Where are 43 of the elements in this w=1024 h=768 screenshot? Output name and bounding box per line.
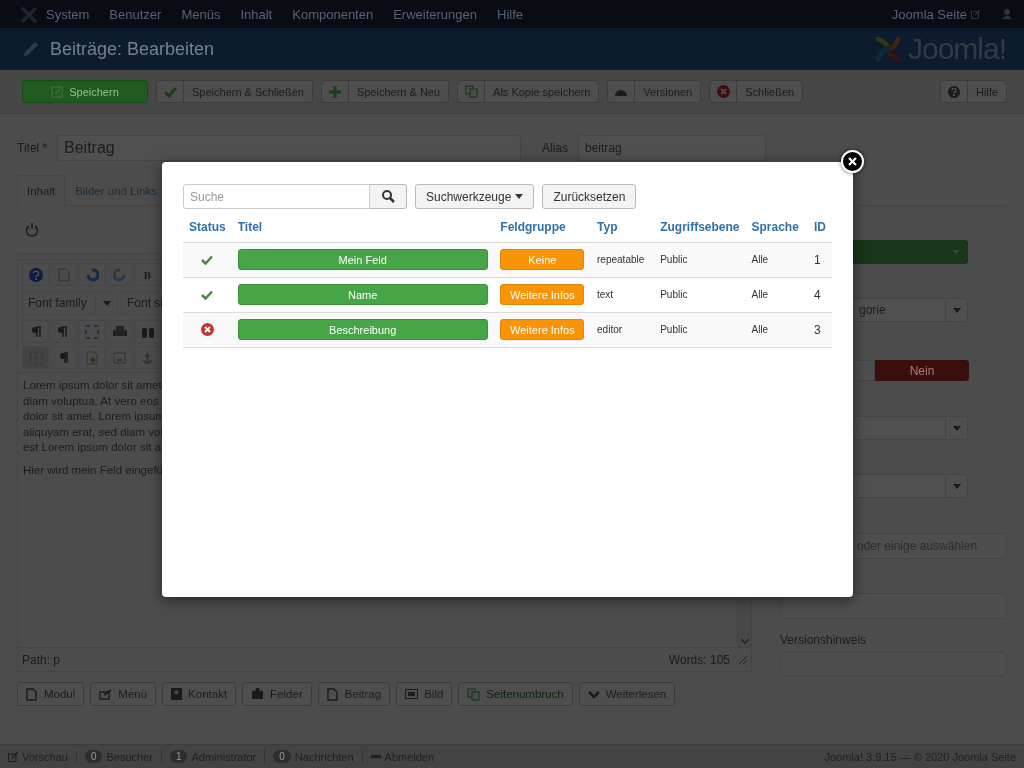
editor-button[interactable]: Seitenumbruch <box>458 682 573 706</box>
toolbar-button[interactable]: Speichern <box>22 80 148 103</box>
field-title-button[interactable]: Name <box>237 284 488 305</box>
column-header[interactable]: Zugriffsebene <box>654 213 746 242</box>
column-header[interactable]: Typ <box>591 213 655 242</box>
menu-item[interactable]: Erweiterungen <box>383 6 487 22</box>
menu-item[interactable]: Komponenten <box>282 6 384 22</box>
table-cell: 1 <box>808 242 832 277</box>
table-cell: Public <box>654 242 746 277</box>
field-group-button[interactable]: Weitere Infos <box>500 319 585 340</box>
field-group-button[interactable]: Weitere Infos <box>500 284 585 305</box>
column-header[interactable]: Titel <box>231 213 495 242</box>
field-title-button[interactable]: Beschreibung <box>237 319 488 340</box>
search-tools-button[interactable]: Suchwerkzeuge <box>415 184 535 209</box>
menu-item[interactable]: Hilfe <box>487 6 534 22</box>
menu-item[interactable]: System <box>36 6 100 22</box>
table-cell: text <box>591 277 655 312</box>
toggle-option[interactable]: Nein <box>875 360 969 381</box>
menu-item[interactable]: Menüs <box>171 6 231 22</box>
column-header[interactable]: Status <box>183 213 232 242</box>
table-cell: 4 <box>808 277 832 312</box>
table-cell: repeatable <box>591 242 655 277</box>
menu-item[interactable]: Benutzer <box>99 6 172 22</box>
table-cell: Alle <box>745 277 808 312</box>
field-title-button[interactable]: Mein Feld <box>237 249 488 270</box>
table-cell: Alle <box>745 242 808 277</box>
reset-button[interactable]: Zurücksetzen <box>542 184 637 209</box>
column-header[interactable]: Feldgruppe <box>494 213 592 242</box>
page-title: Beiträge: Bearbeiten <box>50 38 216 60</box>
table-cell: Public <box>654 277 746 312</box>
table-cell: 3 <box>808 312 832 347</box>
column-header[interactable]: Sprache <box>745 213 808 242</box>
menu-item[interactable]: Inhalt <box>230 6 283 22</box>
column-header[interactable]: ID <box>808 213 832 242</box>
count-badge: 0 <box>273 750 291 763</box>
count-badge: 1 <box>169 750 188 763</box>
table-cell: Alle <box>745 312 808 347</box>
search-field[interactable]: Suche <box>183 184 370 209</box>
site-link[interactable]: Joomla Seite <box>891 6 980 22</box>
table-cell: Public <box>654 312 746 347</box>
field-group-button[interactable]: Keine <box>500 249 585 270</box>
count-badge: 0 <box>84 750 103 763</box>
table-cell: editor <box>591 312 655 347</box>
